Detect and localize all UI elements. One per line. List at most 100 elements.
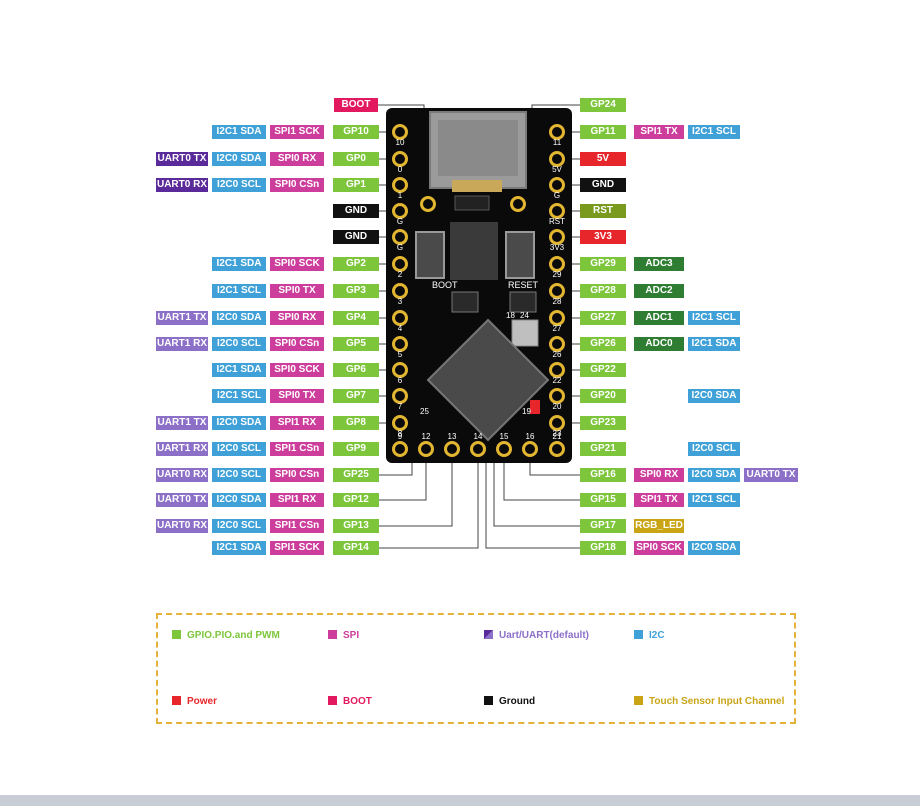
- legend-spi: SPI: [328, 629, 359, 643]
- pin-label-left: GP8: [333, 416, 379, 430]
- pin-pad: [392, 388, 408, 404]
- function-tag: I2C1 SDA: [212, 363, 266, 377]
- legend-uart: Uart/UART(default): [484, 629, 589, 643]
- pin-label-left: GP0: [333, 152, 379, 166]
- function-tag: RGB_LED: [634, 519, 684, 533]
- pad-number: 28: [553, 297, 562, 306]
- pad-number: G: [554, 191, 560, 200]
- function-tag: SPI0 SCK: [270, 257, 324, 271]
- pin-pad: [392, 229, 408, 245]
- pin-label-right: GP17: [580, 519, 626, 533]
- pad-number: 11: [553, 138, 562, 147]
- pin-label-left: GP3: [333, 284, 379, 298]
- pin-pad: [522, 441, 538, 457]
- pin-pad: [392, 203, 408, 219]
- pin-pad: [549, 310, 565, 326]
- pin-pad: [549, 283, 565, 299]
- pad-number: 0: [398, 165, 403, 174]
- pin-label-left: GP13: [333, 519, 379, 533]
- pin-label-right: GP23: [580, 416, 626, 430]
- boot-silk: BOOT: [432, 280, 458, 290]
- pin-pad: [549, 124, 565, 140]
- pin-pad: [392, 124, 408, 140]
- pin-label-right: GP24: [580, 98, 626, 112]
- pin-label-left: GP2: [333, 257, 379, 271]
- pin-pad: [418, 441, 434, 457]
- silk-24: 24: [520, 311, 529, 320]
- legend-box: GPIO.PIO.and PWM SPI Uart/UART(default) …: [156, 613, 796, 724]
- pin-pad: [392, 177, 408, 193]
- pin-pad: [496, 441, 512, 457]
- pin-pad: [392, 415, 408, 431]
- pin-pad: [444, 441, 460, 457]
- function-tag: UART1 TX: [156, 416, 208, 430]
- pin-pad: [549, 203, 565, 219]
- pin-label-left: GND: [333, 230, 379, 244]
- legend-i2c: I2C: [634, 629, 665, 643]
- pin-pad: [549, 415, 565, 431]
- function-tag: SPI0 RX: [270, 152, 324, 166]
- pad-number: 20: [553, 402, 562, 411]
- pad-number: 3V3: [550, 243, 565, 252]
- function-tag: SPI0 SCK: [270, 363, 324, 377]
- connector-pins: [452, 180, 502, 192]
- pin-label-right: GP11: [580, 125, 626, 139]
- rgb-led: [530, 400, 540, 414]
- function-tag: SPI0 TX: [270, 389, 324, 403]
- pin-label-right: GP16: [580, 468, 626, 482]
- function-tag: SPI0 CSn: [270, 178, 324, 192]
- function-tag: UART0 TX: [156, 493, 208, 507]
- legend-boot: BOOT: [328, 695, 372, 709]
- pin-pad: [549, 229, 565, 245]
- legend-power-text: Power: [187, 696, 218, 707]
- touch-swatch: [634, 696, 643, 705]
- function-tag: UART1 RX: [156, 442, 208, 456]
- function-tag: SPI0 SCK: [634, 541, 684, 555]
- pin-label-left: GP1: [333, 178, 379, 192]
- pad-number: 6: [398, 376, 403, 385]
- pin-label-left: GP9: [333, 442, 379, 456]
- function-tag: I2C1 SDA: [212, 541, 266, 555]
- function-tag: ADC0: [634, 337, 684, 351]
- legend-i2c-text: I2C: [649, 630, 665, 641]
- connector-line: [379, 456, 479, 549]
- function-tag: I2C0 SCL: [212, 442, 266, 456]
- pin-pad: [392, 151, 408, 167]
- legend-spi-text: SPI: [343, 630, 360, 641]
- pin-pad: [392, 441, 408, 457]
- function-tag: I2C0 SCL: [212, 468, 266, 482]
- pad-number: 14: [474, 432, 483, 441]
- pin-pad: [549, 388, 565, 404]
- pad-number: 4: [398, 324, 403, 333]
- function-tag: I2C0 SDA: [688, 389, 740, 403]
- pad-number: 12: [422, 432, 431, 441]
- function-tag: I2C0 SCL: [212, 178, 266, 192]
- pin-label-right: GP22: [580, 363, 626, 377]
- usb-c-connector-inner: [438, 120, 518, 176]
- pad-number: 9: [398, 432, 403, 441]
- function-tag: SPI1 CSn: [270, 442, 324, 456]
- pin-label-right: GP18: [580, 541, 626, 555]
- pad-number: 13: [448, 432, 457, 441]
- footer-bar: [0, 795, 920, 806]
- function-tag: I2C0 SDA: [688, 468, 740, 482]
- pin-label-right: 5V: [580, 152, 626, 166]
- spi-swatch: [328, 630, 337, 639]
- function-tag: UART0 RX: [156, 468, 208, 482]
- pad-number: 2: [398, 270, 403, 279]
- function-tag: I2C1 SCL: [688, 493, 740, 507]
- function-tag: I2C1 SCL: [212, 284, 266, 298]
- pad-number: 26: [553, 350, 562, 359]
- legend-power: Power: [172, 695, 217, 709]
- uart-swatch: [484, 630, 493, 639]
- legend-gpio: GPIO.PIO.and PWM: [172, 629, 280, 643]
- boot-pin-label: BOOT: [334, 98, 378, 112]
- pin-pad: [549, 151, 565, 167]
- function-tag: I2C0 SCL: [212, 519, 266, 533]
- function-tag: I2C0 SDA: [212, 416, 266, 430]
- function-tag: I2C1 SDA: [688, 337, 740, 351]
- power-swatch: [172, 696, 181, 705]
- function-tag: SPI1 SCK: [270, 541, 324, 555]
- legend-gpio-text: GPIO.PIO.and PWM: [187, 630, 280, 641]
- regulator-chip: [454, 195, 490, 211]
